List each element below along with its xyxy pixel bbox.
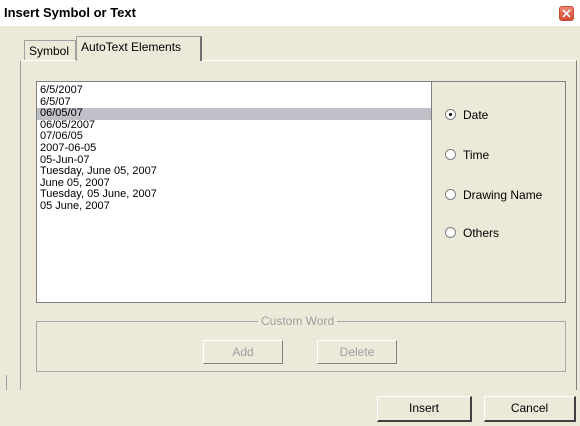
close-button[interactable]: [559, 6, 574, 21]
tab-symbol-label: Symbol: [29, 44, 70, 58]
radio-button[interactable]: [445, 189, 456, 200]
insert-symbol-dialog: Insert Symbol or Text Symbol AutoText El…: [0, 0, 580, 426]
delete-button[interactable]: Delete: [317, 340, 397, 364]
list-item[interactable]: 2007-06-05: [37, 142, 432, 155]
tab-symbol[interactable]: Symbol: [24, 40, 76, 60]
title-bar: Insert Symbol or Text: [0, 0, 580, 26]
insert-button[interactable]: Insert: [377, 396, 472, 422]
list-item[interactable]: 06/05/2007: [37, 119, 432, 132]
list-item[interactable]: 07/06/05: [37, 131, 432, 143]
date-format-list[interactable]: 6/5/2007 6/5/07 06/05/07 06/05/2007 07/0…: [36, 81, 432, 303]
radio-button[interactable]: [445, 227, 456, 238]
list-item[interactable]: 6/5/2007: [37, 84, 432, 97]
radio-date-label: Date: [463, 108, 489, 122]
panel-edge: [6, 375, 21, 390]
radio-button[interactable]: [445, 149, 456, 160]
custom-word-group: [36, 321, 566, 372]
custom-word-title: Custom Word: [258, 314, 338, 328]
radio-time-label: Time: [463, 148, 490, 162]
list-item[interactable]: 6/5/07: [37, 96, 432, 109]
add-button[interactable]: Add: [203, 340, 283, 364]
radio-others-label: Others: [463, 226, 500, 240]
radio-drawing-name-label: Drawing Name: [463, 188, 543, 202]
window-title: Insert Symbol or Text: [4, 5, 136, 20]
cancel-button[interactable]: Cancel: [484, 396, 576, 422]
tab-autotext-label: AutoText Elements: [81, 40, 182, 54]
close-icon: [562, 9, 571, 18]
list-item[interactable]: 05 June, 2007: [37, 200, 432, 213]
radio-button-checked[interactable]: [445, 109, 456, 120]
list-item-selected[interactable]: 06/05/07: [37, 108, 432, 120]
list-item[interactable]: Tuesday, June 05, 2007: [37, 166, 432, 178]
tab-autotext-elements[interactable]: AutoText Elements: [76, 36, 202, 61]
